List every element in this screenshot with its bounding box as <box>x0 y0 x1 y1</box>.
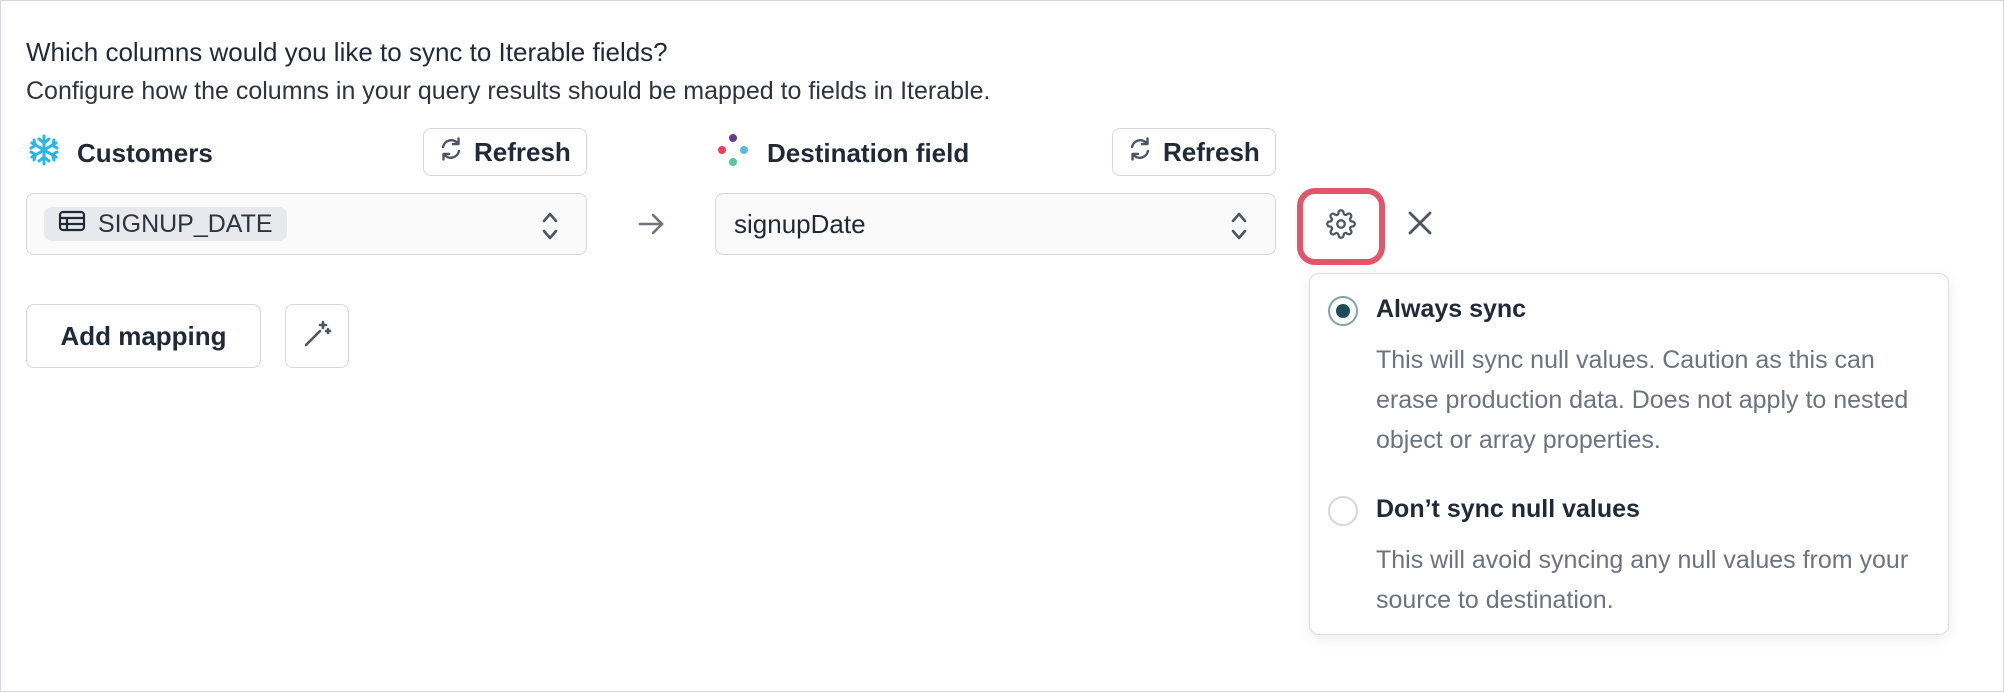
arrow-right-icon <box>637 211 665 242</box>
destination-refresh-button[interactable]: Refresh <box>1112 128 1276 176</box>
suggest-mappings-button[interactable] <box>285 304 349 368</box>
destination-field-select[interactable]: signupDate <box>715 193 1276 255</box>
refresh-icon <box>438 136 474 169</box>
mapping-settings-button[interactable] <box>1297 188 1385 265</box>
magic-wand-icon <box>302 319 332 354</box>
gear-icon-wrapper <box>1310 201 1372 253</box>
add-mapping-button[interactable]: Add mapping <box>26 304 261 368</box>
radio-dont-sync-null[interactable] <box>1328 496 1358 526</box>
column-chip: SIGNUP_DATE <box>44 207 287 241</box>
option-title: Don’t sync null values <box>1376 495 1640 523</box>
option-description: This will sync null values. Caution as t… <box>1376 346 1909 454</box>
null-sync-options-popover: Always sync This will sync null values. … <box>1309 273 1949 635</box>
source-header: Customers <box>27 133 213 173</box>
destination-header: Destination field <box>715 133 969 173</box>
source-header-label: Customers <box>77 137 213 168</box>
iterable-logo-icon <box>715 132 751 175</box>
source-refresh-button[interactable]: Refresh <box>423 128 587 176</box>
gear-icon <box>1326 209 1356 244</box>
destination-header-label: Destination field <box>767 137 970 168</box>
option-title: Always sync <box>1376 295 1527 323</box>
mapping-question-subtitle: Configure how the columns in your query … <box>26 77 991 105</box>
refresh-icon <box>1127 136 1163 169</box>
table-column-icon <box>58 210 98 239</box>
chevron-up-down-icon <box>1229 210 1249 247</box>
source-column-select[interactable]: SIGNUP_DATE <box>26 193 587 255</box>
radio-always-sync[interactable] <box>1328 296 1358 326</box>
option-description: This will avoid syncing any null values … <box>1376 546 1909 614</box>
mapping-question-title: Which columns would you like to sync to … <box>26 37 668 67</box>
destination-refresh-label: Refresh <box>1163 136 1260 167</box>
mapping-panel: Which columns would you like to sync to … <box>0 0 2004 692</box>
source-refresh-label: Refresh <box>474 136 571 167</box>
selected-destination-field: signupDate <box>734 208 866 239</box>
remove-mapping-close-icon[interactable] <box>1405 208 1435 243</box>
snowflake-icon <box>27 133 61 174</box>
selected-column-name: SIGNUP_DATE <box>98 209 273 238</box>
chevron-up-down-icon <box>540 210 560 247</box>
